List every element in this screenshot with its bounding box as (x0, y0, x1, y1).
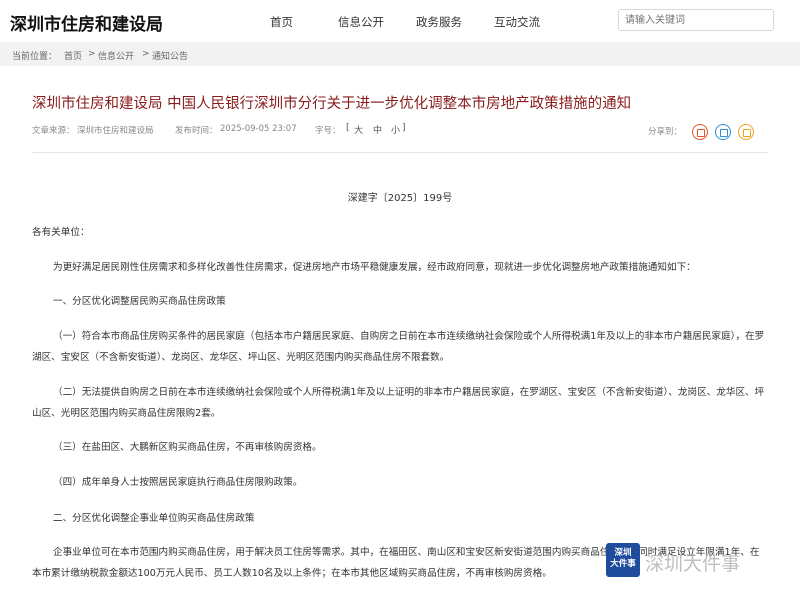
article-paragraph: （一）符合本市商品住房购买条件的居民家庭（包括本市户籍居民家庭、自购房之日前在本… (32, 331, 765, 363)
publish-time-label: 发布时间： (175, 126, 218, 136)
nav-home[interactable]: 首页 (270, 14, 293, 30)
document-number: 深建字〔2025〕199号 (347, 193, 453, 204)
search-input[interactable] (618, 9, 774, 31)
wechat-share-icon[interactable] (692, 124, 708, 140)
article-paragraph: （二）无法提供自购房之日前在本市连续缴纳社会保险或个人所得税满1年及以上证明的非… (32, 387, 765, 419)
nav-info-public[interactable]: 信息公开 (338, 14, 384, 30)
watermark-badge-text: 深圳 大件事 (610, 548, 636, 569)
article-source: 深圳市住房和建设局 (77, 126, 154, 136)
breadcrumb-separator: > (142, 49, 150, 59)
section-heading: 一、分区优化调整居民购买商品住房政策 (53, 296, 226, 307)
salutation: 各有关单位： (32, 227, 90, 238)
fontsize-label: 字号： (315, 126, 341, 136)
breadcrumb-info-public[interactable]: 信息公开 (98, 49, 134, 62)
watermark-logo: 深圳 大件事 (606, 543, 640, 577)
nav-gov-service[interactable]: 政务服务 (416, 14, 462, 30)
watermark-text: 深圳大件事 (645, 553, 741, 575)
fontsize-large[interactable]: 大 (354, 123, 363, 136)
weibo-share-icon[interactable] (715, 124, 731, 140)
nav-interaction[interactable]: 互动交流 (494, 14, 540, 30)
site-header: 深圳市住房和建设局 首页 信息公开 政务服务 互动交流 (0, 0, 800, 42)
section-heading: 二、分区优化调整企事业单位购买商品住房政策 (53, 513, 255, 524)
fontsize-medium[interactable]: 中 (373, 123, 382, 136)
site-logo[interactable]: 深圳市住房和建设局 (10, 10, 163, 35)
breadcrumb-prefix: 当前位置： (12, 52, 58, 62)
article-paragraph: （三）在盐田区、大鹏新区购买商品住房，不再审核购房资格。 (53, 442, 322, 453)
article-paragraph: 为更好满足居民刚性住房需求和多样化改善性住房需求，促进房地产市场平稳健康发展，经… (53, 262, 696, 273)
breadcrumb-notices[interactable]: 通知公告 (152, 49, 188, 62)
breadcrumb: 当前位置： 首页 > 信息公开 > 通知公告 (0, 42, 800, 66)
share-label: 分享到： (648, 127, 683, 137)
article-paragraph: （四）成年单身人士按照居民家庭执行商品住房限购政策。 (53, 477, 303, 488)
fontsize-small[interactable]: 小 (391, 123, 400, 136)
breadcrumb-separator: > (88, 49, 96, 59)
header-divider (32, 152, 768, 153)
source-label: 文章来源： (32, 126, 75, 136)
article-title: 深圳市住房和建设局 中国人民银行深圳市分行关于进一步优化调整本市房地产政策措施的… (32, 96, 632, 112)
breadcrumb-home[interactable]: 首页 (64, 49, 82, 62)
qzone-share-icon[interactable] (738, 124, 754, 140)
publish-time: 2025-09-05 23:07 (220, 124, 297, 134)
